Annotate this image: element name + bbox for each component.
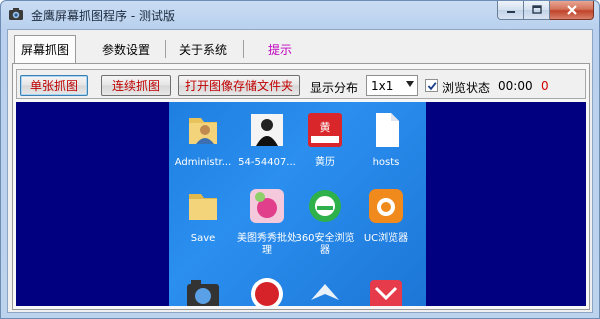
camera-icon	[9, 8, 23, 20]
display-layout-label: 显示分布	[310, 81, 359, 95]
desktop-icon	[291, 274, 359, 306]
window-title: 金鹰屏幕抓图程序 - 测试版	[31, 9, 175, 23]
capture-count: 0	[541, 79, 549, 93]
maximize-icon	[531, 5, 542, 14]
user-folder-icon	[189, 118, 217, 144]
chevron-down-icon	[406, 81, 414, 87]
tab-about[interactable]: 关于系统	[173, 37, 233, 61]
file-icon	[376, 113, 399, 147]
desktop-icon: Save	[169, 186, 237, 245]
desktop-icon: hosts	[352, 110, 420, 169]
desktop-icon-label: Administr...	[174, 157, 232, 168]
browse-state-checkbox[interactable]	[425, 79, 438, 92]
camera-app-icon	[187, 280, 219, 306]
capture-toolbar: 单张抓图 连续抓图 打开图像存储文件夹 显示分布 1x1 浏览状态 00:00 …	[16, 69, 586, 99]
app-window: 金鹰屏幕抓图程序 - 测试版 屏幕抓图 参数设置 关于系统 提示 单张抓图 连续…	[0, 0, 600, 319]
desktop-icon: 360安全浏览器	[291, 186, 359, 257]
calendar-app-icon: 黄	[308, 113, 342, 147]
tab-divider	[243, 40, 244, 58]
continuous-capture-button[interactable]: 连续抓图	[101, 75, 171, 96]
red-app-icon	[251, 278, 283, 306]
single-capture-button[interactable]: 单张抓图	[20, 75, 88, 96]
title-bar[interactable]: 金鹰屏幕抓图程序 - 测试版	[1, 1, 599, 29]
captured-desktop-image: Administr... 54-54407... 黄 黄历 hosts Save…	[169, 102, 426, 306]
mail-app-icon	[370, 280, 402, 306]
tab-bar: 屏幕抓图 参数设置 关于系统 提示	[12, 34, 590, 64]
svg-text:黄: 黄	[320, 120, 331, 134]
desktop-icon: 黄 黄历	[291, 110, 359, 169]
open-folder-button[interactable]: 打开图像存储文件夹	[178, 75, 300, 96]
folder-icon	[189, 194, 217, 220]
desktop-icon-label: UC浏览器	[363, 233, 409, 244]
checkmark-icon	[427, 81, 437, 90]
window-controls	[497, 1, 594, 21]
desktop-icon: UC浏览器	[352, 186, 420, 245]
person-photo-icon	[251, 114, 283, 146]
desktop-icon-label: 360安全浏览器	[295, 233, 355, 256]
bird-app-icon	[311, 284, 339, 300]
desktop-icon	[352, 274, 420, 306]
browser-360-icon	[309, 190, 341, 222]
close-icon	[566, 5, 577, 15]
display-layout-value: 1x1	[371, 78, 394, 93]
minimize-icon	[506, 11, 515, 13]
uc-browser-icon	[369, 189, 403, 223]
capture-panel: 单张抓图 连续抓图 打开图像存储文件夹 显示分布 1x1 浏览状态 00:00 …	[12, 63, 590, 310]
display-layout-select[interactable]: 1x1	[366, 75, 418, 96]
capture-preview: Administr... 54-54407... 黄 黄历 hosts Save…	[16, 102, 586, 306]
desktop-icon-label: hosts	[372, 157, 400, 168]
desktop-icon-label: 黄历	[315, 157, 335, 168]
tab-divider	[165, 40, 166, 58]
meitu-icon	[250, 189, 284, 223]
close-button[interactable]	[550, 1, 594, 20]
tab-label: 屏幕抓图	[21, 43, 70, 57]
tab-screen-capture[interactable]: 屏幕抓图	[14, 35, 77, 63]
timer-display: 00:00	[498, 79, 533, 93]
desktop-icon-label: Save	[190, 233, 216, 244]
tab-settings[interactable]: 参数设置	[96, 37, 156, 61]
browse-state-label: 浏览状态	[442, 81, 491, 95]
client-area: 屏幕抓图 参数设置 关于系统 提示 单张抓图 连续抓图 打开图像存储文件夹 显示…	[7, 29, 593, 313]
desktop-icon: Administr...	[169, 110, 237, 169]
tab-label: 关于系统	[179, 42, 228, 57]
tab-hint[interactable]: 提示	[262, 37, 298, 61]
maximize-button[interactable]	[524, 1, 550, 20]
desktop-icon	[169, 274, 237, 306]
tab-label: 提示	[268, 42, 293, 57]
tab-label: 参数设置	[102, 42, 151, 57]
minimize-button[interactable]	[497, 1, 524, 20]
